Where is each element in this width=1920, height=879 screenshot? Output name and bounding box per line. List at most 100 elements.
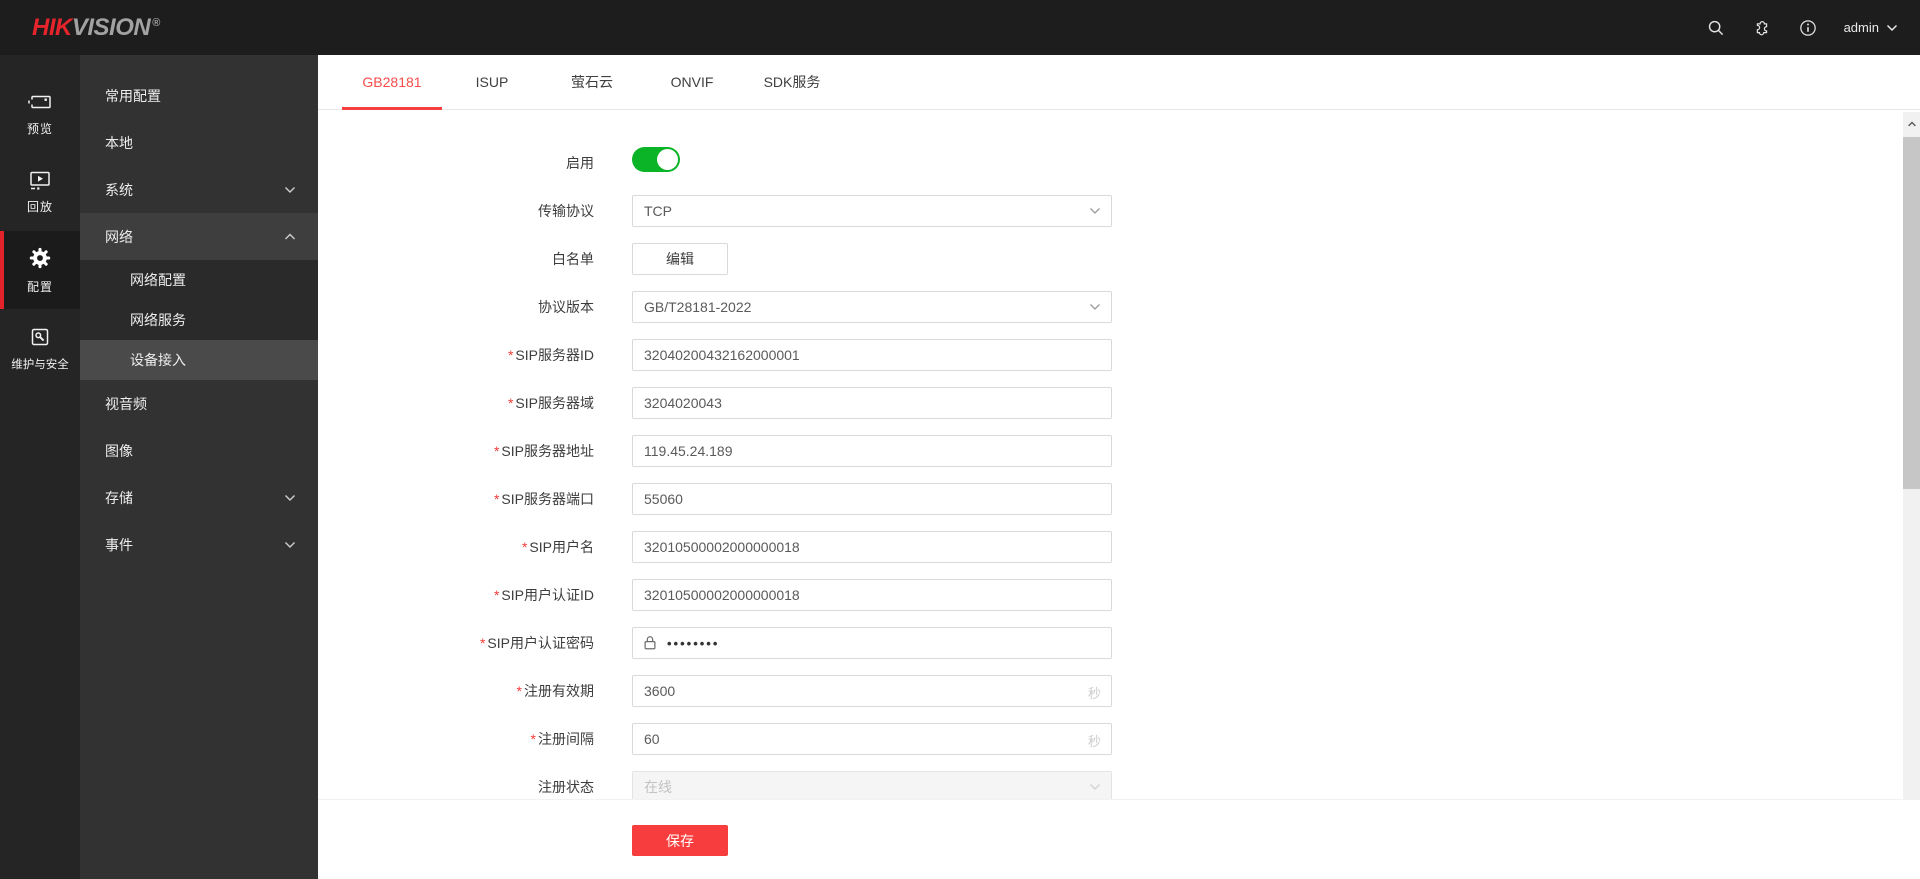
vertical-scrollbar[interactable] bbox=[1903, 112, 1920, 800]
search-icon[interactable] bbox=[1706, 18, 1726, 38]
sidebar-item-label: 存储 bbox=[105, 489, 133, 506]
enable-toggle[interactable] bbox=[632, 147, 680, 172]
form-row-sip-user-auth-password: * SIP用户认证密码 bbox=[318, 627, 1920, 659]
required-marker: * bbox=[493, 491, 500, 507]
username: admin bbox=[1843, 20, 1879, 35]
tab-onvif[interactable]: ONVIF bbox=[642, 55, 742, 109]
nav-item-config[interactable]: 配置 bbox=[0, 231, 80, 309]
selected-value: 在线 bbox=[644, 779, 672, 795]
sip-server-id-input[interactable] bbox=[632, 339, 1112, 371]
playback-icon bbox=[30, 171, 50, 190]
logo-text-red: HIK bbox=[32, 14, 72, 41]
chevron-down-icon bbox=[1090, 784, 1100, 790]
sip-server-port-input[interactable] bbox=[632, 483, 1112, 515]
field-label: 启用 bbox=[566, 155, 594, 171]
field-label: 白名单 bbox=[552, 251, 594, 267]
sidebar-item-label: 系统 bbox=[105, 181, 133, 198]
sidebar-item-label: 视音频 bbox=[105, 395, 147, 412]
sidebar-item-network-config[interactable]: 网络配置 bbox=[80, 260, 318, 300]
user-menu[interactable]: admin bbox=[1844, 20, 1898, 35]
nav-item-label: 配置 bbox=[26, 280, 53, 294]
register-validity-input[interactable] bbox=[632, 675, 1112, 707]
sidebar-item-video-audio[interactable]: 视音频 bbox=[80, 380, 318, 427]
protocol-version-select[interactable]: GB/T28181-2022 bbox=[632, 291, 1112, 323]
toggle-knob bbox=[657, 149, 678, 170]
form-row-register-interval: *注册间隔 秒 bbox=[318, 723, 1920, 755]
field-label: * SIP用户认证密码 bbox=[479, 635, 594, 651]
required-marker: * bbox=[479, 635, 486, 651]
field-label: 注册状态 bbox=[538, 779, 594, 795]
sidebar-item-label: 设备接入 bbox=[130, 352, 186, 368]
sidebar-item-image[interactable]: 图像 bbox=[80, 427, 318, 474]
transport-protocol-select[interactable]: TCP bbox=[632, 195, 1112, 227]
form-row-sip-server-id: * SIP服务器ID bbox=[318, 339, 1920, 371]
nav-item-maintenance[interactable]: 维护与安全 bbox=[0, 309, 80, 387]
selected-value: GB/T28181-2022 bbox=[644, 299, 752, 315]
field-label: 传输协议 bbox=[538, 203, 594, 219]
hikvision-logo[interactable]: HIKVISION ® bbox=[32, 14, 160, 42]
form-row-sip-server-domain: * SIP服务器域 bbox=[318, 387, 1920, 419]
whitelist-edit-button[interactable]: 编辑 bbox=[632, 243, 728, 275]
tab-bar: GB28181 ISUP 萤石云 ONVIF SDK服务 bbox=[318, 55, 1920, 110]
registered-mark: ® bbox=[152, 17, 160, 29]
nav-item-preview[interactable]: 预览 bbox=[0, 75, 80, 153]
register-interval-input[interactable] bbox=[632, 723, 1112, 755]
form-row-sip-server-port: * SIP服务器端口 bbox=[318, 483, 1920, 515]
info-icon[interactable] bbox=[1798, 18, 1818, 38]
required-marker: * bbox=[507, 395, 514, 411]
chevron-down-icon bbox=[1886, 24, 1898, 31]
sidebar-item-event[interactable]: 事件 bbox=[80, 521, 318, 568]
form-row-enable: 启用 bbox=[318, 147, 1920, 179]
logo-text-gray: VISION bbox=[71, 14, 151, 41]
tab-gb28181[interactable]: GB28181 bbox=[342, 55, 442, 110]
chevron-up-icon bbox=[285, 233, 295, 239]
field-label: 协议版本 bbox=[538, 299, 594, 315]
sip-server-domain-input[interactable] bbox=[632, 387, 1112, 419]
form-row-sip-server-address: * SIP服务器地址 bbox=[318, 435, 1920, 467]
required-marker: * bbox=[493, 587, 500, 603]
preview-camera-icon bbox=[28, 95, 51, 109]
form-row-register-validity: *注册有效期 秒 bbox=[318, 675, 1920, 707]
chevron-down-icon bbox=[1090, 208, 1100, 214]
top-bar: HIKVISION ® admin bbox=[0, 0, 1920, 55]
sidebar-item-label: 常用配置 bbox=[105, 87, 161, 104]
sidebar-item-label: 网络 bbox=[105, 228, 133, 245]
nav-item-label: 回放 bbox=[26, 200, 53, 214]
sidebar-item-device-access[interactable]: 设备接入 bbox=[80, 340, 318, 380]
sidebar-item-storage[interactable]: 存储 bbox=[80, 474, 318, 521]
sidebar-item-system[interactable]: 系统 bbox=[80, 166, 318, 213]
sidebar-item-label: 本地 bbox=[105, 134, 133, 151]
sidebar-item-label: 事件 bbox=[105, 536, 133, 553]
sip-username-input[interactable] bbox=[632, 531, 1112, 563]
tab-sdk-service[interactable]: SDK服务 bbox=[742, 55, 842, 109]
form-row-sip-user-auth-id: * SIP用户认证ID bbox=[318, 579, 1920, 611]
required-marker: * bbox=[493, 443, 500, 459]
sidebar-item-network[interactable]: 网络 bbox=[80, 213, 318, 260]
selected-value: TCP bbox=[644, 203, 672, 219]
required-marker: * bbox=[530, 731, 536, 747]
field-label: * SIP服务器端口 bbox=[493, 491, 594, 507]
nav-rail: 预览 回放 配置 维护与安全 bbox=[0, 55, 80, 879]
save-button[interactable]: 保存 bbox=[632, 825, 728, 856]
tab-ezviz-cloud[interactable]: 萤石云 bbox=[542, 55, 642, 109]
plugin-icon[interactable] bbox=[1752, 18, 1772, 38]
nav-item-label: 预览 bbox=[26, 122, 53, 136]
required-marker: * bbox=[507, 347, 514, 363]
chevron-down-icon bbox=[285, 494, 295, 501]
sidebar-item-local[interactable]: 本地 bbox=[80, 119, 318, 166]
sidebar-item-label: 网络配置 bbox=[130, 272, 186, 288]
sip-user-auth-password-input[interactable] bbox=[632, 627, 1112, 659]
sidebar-item-network-service[interactable]: 网络服务 bbox=[80, 300, 318, 340]
sip-server-address-input[interactable] bbox=[632, 435, 1112, 467]
nav-item-playback[interactable]: 回放 bbox=[0, 153, 80, 231]
sidebar-item-common-config[interactable]: 常用配置 bbox=[80, 72, 318, 119]
required-marker: * bbox=[516, 683, 522, 699]
tab-isup[interactable]: ISUP bbox=[442, 55, 542, 109]
sidebar-item-label: 网络服务 bbox=[130, 312, 186, 328]
sip-user-auth-id-input[interactable] bbox=[632, 579, 1112, 611]
nav-item-label: 维护与安全 bbox=[11, 358, 69, 371]
scrollbar-up-arrow[interactable] bbox=[1903, 112, 1920, 136]
config-sidebar: 常用配置 本地 系统 网络 网络配置 网络服务 设备接入 视音频 图像 存储 事… bbox=[80, 55, 318, 879]
scrollbar-thumb[interactable] bbox=[1903, 137, 1920, 489]
field-label: * SIP服务器ID bbox=[507, 347, 594, 363]
